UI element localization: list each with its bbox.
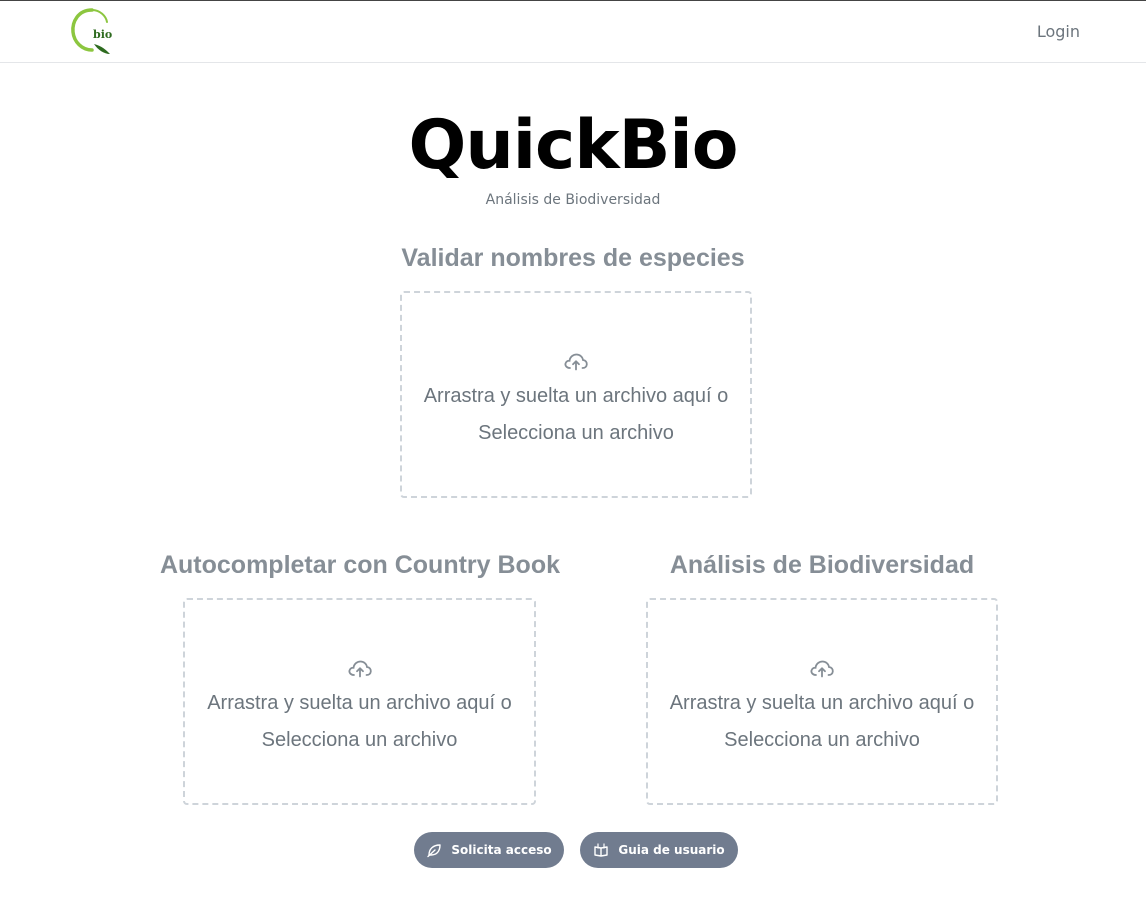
navbar: bio Login — [0, 1, 1146, 63]
user-guide-label: Guia de usuario — [618, 843, 725, 857]
page-subtitle: Análisis de Biodiversidad — [485, 192, 661, 208]
select-file-link[interactable]: Selecciona un archivo — [185, 729, 534, 752]
country-book-title: Autocompletar con Country Book — [159, 551, 560, 579]
request-access-label: Solicita acceso — [451, 843, 552, 857]
logo-q-icon: bio — [71, 8, 112, 54]
request-access-button[interactable]: Solicita acceso — [414, 832, 564, 868]
leaf-icon — [427, 844, 442, 858]
dropzone-text: Arrastra y suelta un archivo aquí o — [423, 385, 729, 407]
select-file-link[interactable]: Selecciona un archivo — [648, 729, 996, 752]
dropzone-text: Arrastra y suelta un archivo aquí o — [207, 692, 512, 714]
cloud-upload-icon — [348, 660, 372, 678]
logo-text: bio — [93, 28, 112, 41]
biodiversity-analysis-title: Análisis de Biodiversidad — [669, 551, 975, 579]
biodiversity-analysis-dropzone[interactable]: Arrastra y suelta un archivo aquí o Sele… — [646, 598, 998, 805]
user-guide-button[interactable]: Guia de usuario — [580, 832, 738, 868]
book-icon — [594, 843, 609, 857]
cloud-upload-icon — [564, 353, 588, 371]
select-file-link[interactable]: Selecciona un archivo — [402, 422, 750, 445]
page-title: QuickBio — [408, 106, 739, 185]
country-book-dropzone[interactable]: Arrastra y suelta un archivo aquí o Sele… — [183, 598, 536, 805]
cloud-upload-icon — [810, 660, 834, 678]
validate-species-title: Validar nombres de especies — [401, 244, 745, 272]
login-link[interactable]: Login — [1037, 22, 1080, 41]
quickbio-logo[interactable]: bio — [70, 6, 116, 56]
validate-species-dropzone[interactable]: Arrastra y suelta un archivo aquí o Sele… — [400, 291, 752, 498]
dropzone-text: Arrastra y suelta un archivo aquí o — [669, 692, 975, 714]
